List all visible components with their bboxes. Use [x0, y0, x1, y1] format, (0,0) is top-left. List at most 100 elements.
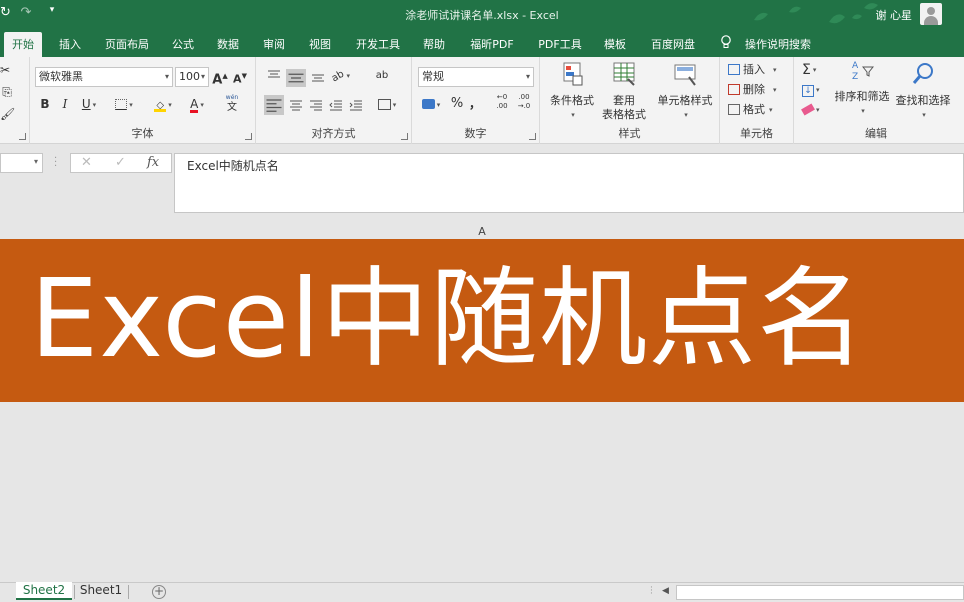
sheet-tab-sheet1[interactable]: Sheet1 [76, 582, 126, 600]
chevron-down-icon: ▾ [129, 100, 133, 109]
percent-button[interactable]: % [450, 95, 464, 115]
cancel-icon[interactable]: ✕ [81, 155, 92, 170]
tab-view[interactable]: 视图 [303, 34, 337, 57]
number-launcher-icon[interactable] [529, 133, 536, 140]
tab-split-handle[interactable]: · · · [650, 584, 653, 599]
eraser-icon [801, 103, 815, 116]
enter-icon[interactable]: ✓ [115, 155, 126, 170]
number-format-select[interactable]: 常规 ▾ [418, 67, 534, 87]
clipboard-launcher-icon[interactable] [19, 133, 26, 140]
name-box[interactable]: ▾ [0, 153, 43, 173]
phonetic-char: 文 [227, 102, 237, 113]
conditional-formatting-button[interactable]: 条件格式 ▾ [544, 61, 600, 122]
cell-styles-label: 单元格样式 [657, 94, 713, 107]
tab-templates[interactable]: 模板 [598, 34, 632, 57]
shrink-font-letter: A [233, 72, 242, 86]
tab-data[interactable]: 数据 [211, 34, 245, 57]
borders-button[interactable]: ▾ [110, 95, 138, 115]
font-name-select[interactable]: 微软雅黑 ▾ [35, 67, 173, 87]
tab-home[interactable]: 开始 [4, 32, 42, 57]
format-as-table-button[interactable]: 套用 表格格式 [596, 61, 652, 122]
merge-center-button[interactable]: ▾ [372, 95, 402, 115]
find-select-label: 查找和选择 [895, 94, 951, 107]
sheet-area[interactable] [0, 402, 964, 582]
insert-cells-label: 插入 [743, 63, 765, 76]
increase-decimal-button[interactable]: ←0.00 [492, 93, 512, 113]
orientation-button[interactable]: ab▾ [328, 67, 354, 87]
italic-button[interactable]: I [58, 95, 72, 115]
comma-button[interactable]: ， [468, 95, 482, 115]
chevron-down-icon: ▾ [200, 72, 205, 81]
align-middle-icon[interactable] [286, 69, 306, 87]
sheet-tab-sheet2[interactable]: Sheet2 [16, 582, 72, 600]
format-as-table-label-2: 表格格式 [602, 108, 646, 121]
tab-help[interactable]: 帮助 [417, 34, 451, 57]
add-sheet-button[interactable]: + [152, 585, 166, 599]
insert-cells-button[interactable]: 插入 ▾ [728, 61, 777, 79]
cut-icon[interactable]: ✂ [0, 61, 10, 81]
formula-bar-resize-handle[interactable]: · · · [54, 154, 57, 172]
sort-filter-button[interactable]: A Z 排序和筛选 ▾ [832, 61, 892, 118]
sort-filter-icon: A Z [848, 61, 876, 87]
decrease-indent-icon[interactable] [328, 97, 344, 113]
font-launcher-icon[interactable] [245, 133, 252, 140]
tab-developer[interactable]: 开发工具 [349, 34, 407, 57]
tab-formulas[interactable]: 公式 [166, 34, 200, 57]
tab-foxit-pdf[interactable]: 福昕PDF [462, 34, 522, 57]
tab-insert[interactable]: 插入 [51, 34, 89, 57]
scroll-left-icon[interactable]: ◀ [662, 586, 669, 596]
grow-font-button[interactable]: A▲ [212, 67, 228, 87]
column-header-a[interactable]: A [0, 226, 964, 238]
fill-color-button[interactable]: ◇ ▾ [148, 95, 178, 115]
underline-button[interactable]: U ▾ [76, 95, 102, 115]
align-bottom-icon[interactable] [310, 69, 326, 83]
format-cells-button[interactable]: 格式 ▾ [728, 101, 773, 119]
tab-baidu-netdisk[interactable]: 百度网盘 [644, 34, 702, 57]
merged-title-cell[interactable]: Excel中随机点名 [0, 239, 964, 402]
chevron-down-icon: ▾ [773, 66, 777, 74]
autosum-button[interactable]: Σ ▾ [802, 61, 816, 79]
format-painter-icon[interactable]: 🖌 [0, 105, 15, 125]
align-top-icon[interactable] [266, 69, 282, 83]
alignment-launcher-icon[interactable] [401, 133, 408, 140]
search-icon [912, 63, 933, 84]
tab-separator [128, 585, 129, 599]
tab-page-layout[interactable]: 页面布局 [99, 34, 155, 57]
tab-review[interactable]: 审阅 [257, 34, 291, 57]
underline-letter: U [81, 97, 91, 111]
font-color-button[interactable]: A ▾ [182, 95, 212, 115]
cells-group-label: 单元格 [740, 127, 773, 140]
align-center-icon[interactable] [288, 97, 304, 113]
chevron-down-icon: ▾ [684, 111, 688, 119]
horizontal-scrollbar[interactable] [676, 585, 964, 600]
copy-icon[interactable]: ⎘ [0, 83, 14, 103]
user-name[interactable]: 谢 心星 [876, 7, 913, 23]
fill-button[interactable]: ↓ ▾ [802, 81, 820, 99]
currency-icon [421, 99, 435, 109]
delete-cells-label: 删除 [743, 83, 765, 96]
increase-indent-icon[interactable] [348, 97, 364, 113]
clear-button[interactable]: ▾ [801, 101, 820, 119]
avatar[interactable] [920, 3, 942, 25]
phonetic-button[interactable]: wén 文 [216, 93, 248, 113]
title-bar: ↻ ↷ ▾ 涂老师试讲课名单.xlsx - Excel 谢 心星 [0, 0, 964, 28]
dec-decimal-bottom: →.0 [517, 102, 531, 110]
tab-pdf-tools[interactable]: PDF工具 [532, 34, 588, 57]
formula-input[interactable]: Excel中随机点名 [174, 153, 964, 213]
wrap-text-button[interactable]: ab [372, 67, 392, 87]
align-left-icon[interactable] [264, 95, 284, 115]
tell-me-search[interactable]: 操作说明搜索 [740, 34, 816, 57]
cell-styles-button[interactable]: 单元格样式 ▾ [652, 61, 718, 122]
find-select-button[interactable]: 查找和选择 ▾ [892, 61, 954, 122]
delete-cells-button[interactable]: 删除 ▾ [728, 81, 777, 99]
decrease-decimal-button[interactable]: .00 →.0 [514, 93, 534, 113]
align-right-icon[interactable] [308, 97, 324, 113]
chevron-down-icon: ▾ [773, 86, 777, 94]
shrink-font-button[interactable]: A▼ [232, 67, 248, 87]
accounting-format-button[interactable]: ▾ [418, 95, 444, 115]
number-group: 常规 ▾ ▾ % ， ←0.00 .00 →.0 数字 [412, 57, 540, 144]
font-size-select[interactable]: 100 ▾ [175, 67, 209, 87]
insert-function-icon[interactable]: fx [147, 155, 159, 170]
delete-icon [728, 84, 740, 95]
bold-button[interactable]: B [38, 95, 52, 115]
